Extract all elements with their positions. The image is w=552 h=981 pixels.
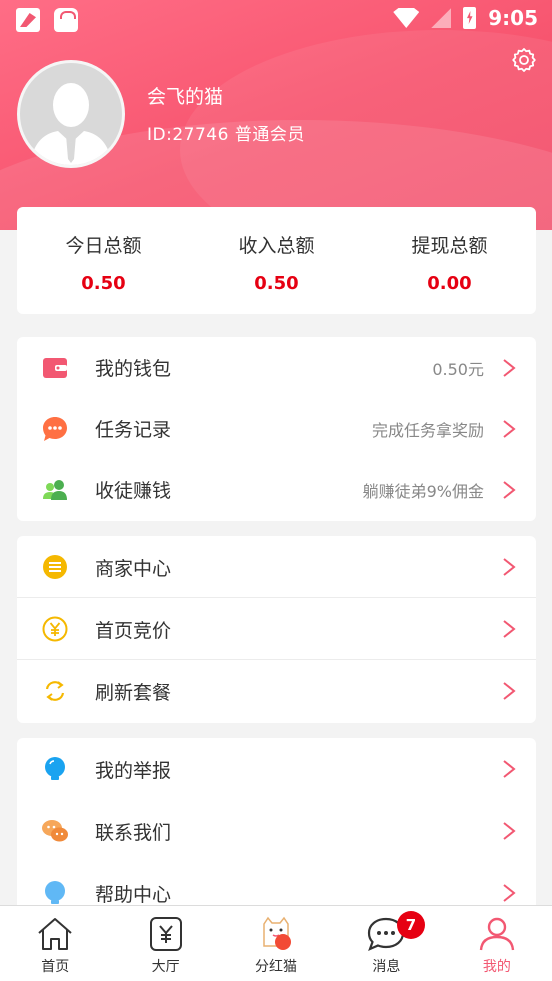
chevron-right-icon — [503, 558, 516, 576]
menu-item-recruit[interactable]: 收徒赚钱 躺赚徒弟9%佣金 — [17, 459, 536, 520]
stat-value: 0.50 — [81, 273, 126, 294]
yen-coin-icon — [42, 616, 68, 642]
chevron-right-icon — [503, 620, 516, 638]
default-user-avatar-icon — [30, 83, 112, 165]
chevron-right-icon — [503, 359, 516, 377]
battery-charging-icon — [463, 7, 477, 29]
menu-item-label: 收徒赚钱 — [95, 480, 172, 502]
tab-home[interactable]: 首页 — [0, 906, 110, 981]
chat-bubble-icon — [43, 417, 67, 441]
chevron-right-icon — [503, 481, 516, 499]
yen-box-icon — [149, 917, 182, 951]
tab-label: 分红猫 — [255, 959, 298, 975]
menu-item-label: 商家中心 — [95, 557, 172, 580]
refresh-icon — [45, 681, 65, 701]
chevron-right-icon — [503, 822, 516, 840]
list-circle-icon — [43, 555, 67, 579]
status-time: 9:05 — [488, 6, 538, 30]
balance-summary-card: 今日总额 0.50 收入总额 0.50 提现总额 0.00 — [17, 207, 536, 314]
chevron-right-icon — [503, 884, 516, 902]
tab-label: 我的 — [482, 959, 511, 975]
chevron-right-icon — [503, 420, 516, 438]
menu-item-label: 联系我们 — [95, 821, 172, 844]
wechat-icon — [42, 820, 68, 842]
tab-messages[interactable]: 消息 — [331, 906, 441, 981]
menu-item-homepage-bidding[interactable]: 首页竞价 — [17, 598, 536, 660]
user-id-level: ID:27746 普通会员 — [147, 125, 305, 145]
menu-item-wallet[interactable]: 我的钱包 0.50元 — [17, 337, 536, 398]
tab-label: 消息 — [372, 959, 401, 975]
wallet-balance: 0.50元 — [432, 359, 484, 379]
menu-item-label: 我的钱包 — [95, 358, 172, 380]
tab-hall[interactable]: 大厅 — [110, 906, 220, 981]
shopping-bag-icon — [54, 8, 78, 32]
stat-label: 收入总额 — [238, 235, 315, 257]
menu-item-label: 首页竞价 — [95, 619, 172, 642]
help-bulb-icon — [45, 881, 65, 904]
avatar[interactable] — [17, 60, 125, 168]
menu-item-task-records[interactable]: 任务记录 完成任务拿奖励 — [17, 398, 536, 459]
app-notification-icon — [16, 8, 40, 32]
settings-gear-icon[interactable] — [511, 47, 537, 73]
menu-item-label: 我的举报 — [95, 759, 172, 782]
person-icon — [479, 917, 515, 951]
tab-label: 首页 — [41, 959, 70, 975]
menu-item-my-reports[interactable]: 我的举报 — [17, 738, 536, 800]
tab-mine[interactable]: 我的 — [442, 906, 552, 981]
status-bar: 9:05 — [0, 0, 552, 40]
no-signal-icon — [431, 8, 452, 28]
stat-value: 0.00 — [427, 273, 472, 294]
lucky-cat-icon — [263, 916, 292, 950]
chevron-right-icon — [503, 682, 516, 700]
menu-item-hint: 完成任务拿奖励 — [371, 420, 484, 440]
stat-withdraw[interactable]: 提现总额 0.00 — [363, 207, 536, 314]
lightbulb-icon — [45, 757, 65, 780]
users-icon — [43, 480, 67, 500]
tab-dividend-cat[interactable]: 分红猫 — [221, 906, 331, 981]
menu-item-hint: 躺赚徒弟9%佣金 — [362, 481, 484, 501]
menu-group-merchant: 商家中心 首页竞价 刷新套餐 — [17, 536, 536, 723]
username: 会飞的猫 — [147, 86, 224, 108]
stat-value: 0.50 — [254, 273, 299, 294]
wallet-icon — [43, 358, 67, 378]
menu-item-merchant-center[interactable]: 商家中心 — [17, 536, 536, 598]
bottom-tab-bar: 首页 大厅 分红猫 消息 我的 — [0, 905, 552, 981]
tab-label: 大厅 — [151, 959, 180, 975]
message-badge: 7 — [397, 911, 425, 939]
menu-item-refresh-package[interactable]: 刷新套餐 — [17, 660, 536, 722]
stat-label: 今日总额 — [65, 235, 142, 257]
menu-item-contact-us[interactable]: 联系我们 — [17, 800, 536, 862]
stat-label: 提现总额 — [411, 235, 488, 257]
menu-group-finance: 我的钱包 0.50元 任务记录 完成任务拿奖励 收徒赚钱 躺赚徒弟9%佣金 — [17, 337, 536, 521]
stat-income[interactable]: 收入总额 0.50 — [190, 207, 363, 314]
wifi-icon — [393, 8, 420, 28]
stat-today[interactable]: 今日总额 0.50 — [17, 207, 190, 314]
menu-item-label: 任务记录 — [95, 419, 172, 441]
chevron-right-icon — [503, 760, 516, 778]
menu-item-label: 刷新套餐 — [95, 681, 172, 704]
menu-group-support: 我的举报 联系我们 帮助中心 — [17, 738, 536, 918]
menu-item-label: 帮助中心 — [95, 883, 172, 906]
home-icon — [38, 918, 72, 950]
